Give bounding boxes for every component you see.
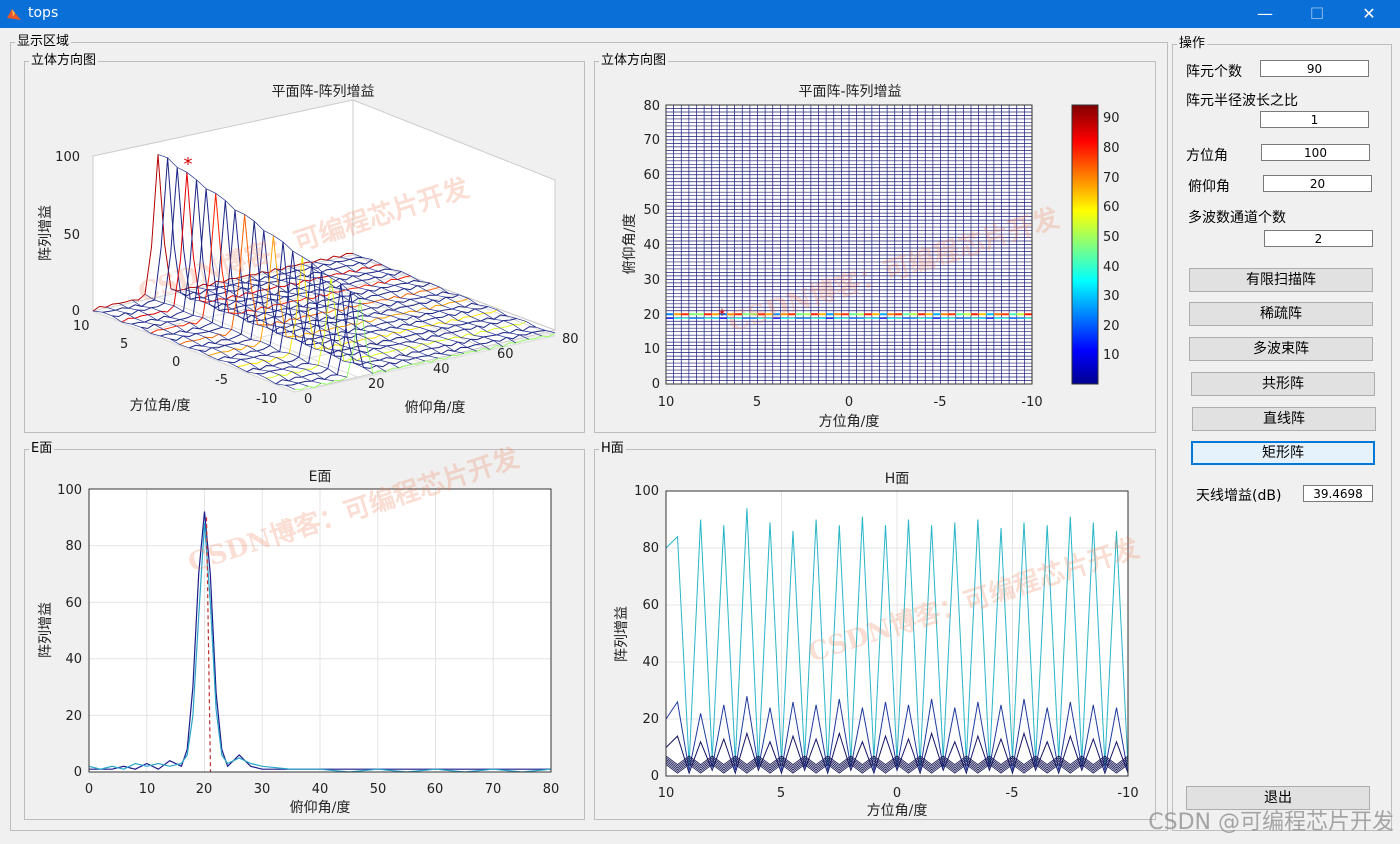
rectangular-array-button[interactable]: 矩形阵: [1191, 441, 1375, 465]
h-yt-80: 80: [642, 541, 659, 556]
h-xt-m10: -10: [1117, 786, 1138, 801]
azimuth-label: 方位角: [1186, 148, 1228, 164]
h-xt-5: 5: [777, 786, 785, 801]
h-yt-100: 100: [634, 484, 659, 499]
h-yt-60: 60: [642, 598, 659, 613]
h-yt-20: 20: [642, 712, 659, 727]
conformal-array-button[interactable]: 共形阵: [1191, 372, 1375, 396]
h-plane-xlabel: 方位角/度: [867, 803, 928, 819]
multibeam-channels-field[interactable]: 2: [1264, 230, 1373, 247]
elevation-field[interactable]: 20: [1263, 175, 1372, 192]
h-plane-xticks: 10 5 0 -5 -10: [658, 786, 1139, 801]
controls-title: 操作: [1177, 36, 1208, 52]
radius-ratio-field[interactable]: 1: [1260, 111, 1369, 128]
csdn-footer-watermark: CSDN @可编程芯片开发: [1148, 810, 1394, 835]
azimuth-field[interactable]: 100: [1261, 144, 1370, 161]
limited-scan-array-button[interactable]: 有限扫描阵: [1189, 268, 1373, 292]
h-yt-0: 0: [651, 769, 659, 784]
h-xt-m5: -5: [1006, 786, 1019, 801]
multibeam-channels-label: 多波数通道个数: [1188, 210, 1286, 226]
h-plane-ylabel: 阵列增益: [614, 606, 630, 662]
multibeam-array-button[interactable]: 多波束阵: [1189, 337, 1373, 361]
sparse-array-button[interactable]: 稀疏阵: [1189, 302, 1373, 326]
h-xt-0: 0: [893, 786, 901, 801]
antenna-gain-label: 天线增益(dB): [1196, 488, 1282, 504]
antenna-gain-field[interactable]: 39.4698: [1303, 485, 1373, 502]
linear-array-button[interactable]: 直线阵: [1192, 407, 1376, 431]
element-count-label: 阵元个数: [1186, 64, 1242, 80]
elevation-label: 俯仰角: [1188, 179, 1230, 195]
h-plane-title: H面: [885, 471, 910, 487]
h-plane-yticks: 0 20 40 60 80 100: [634, 484, 659, 784]
element-count-field[interactable]: 90: [1260, 60, 1369, 77]
radius-ratio-label: 阵元半径波长之比: [1186, 93, 1298, 109]
h-yt-40: 40: [642, 655, 659, 670]
h-xt-10: 10: [658, 786, 675, 801]
